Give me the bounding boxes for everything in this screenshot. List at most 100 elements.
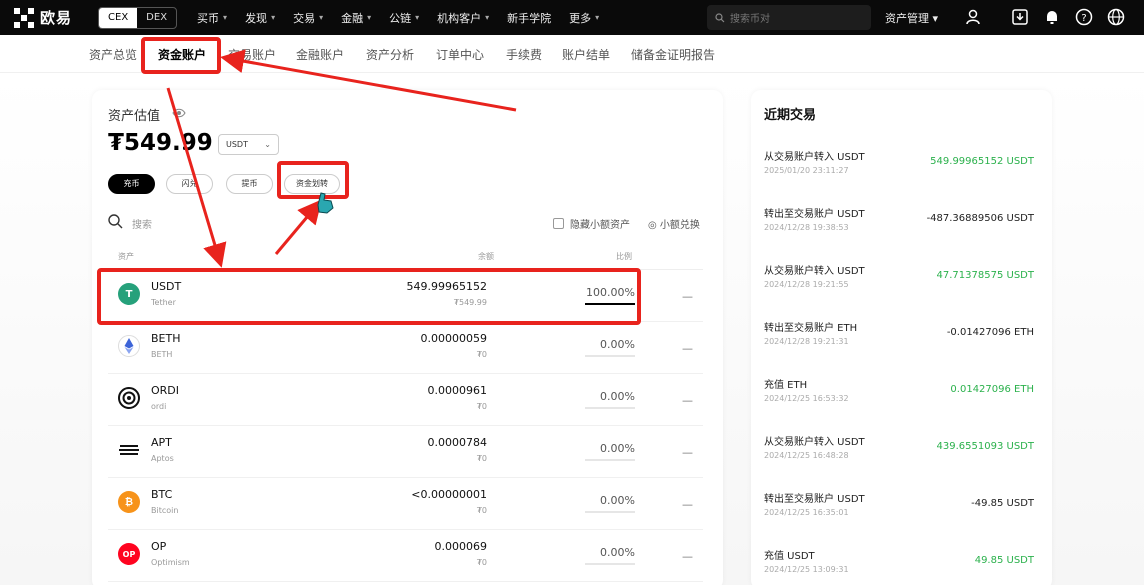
globe-icon[interactable] bbox=[1107, 8, 1125, 26]
coin-value: ₮549.99 bbox=[453, 298, 487, 307]
convert-button[interactable]: 闪兑 bbox=[166, 174, 213, 194]
asset-row[interactable]: ₿ BTC Bitcoin <0.00000001 ₮0 0.00% — bbox=[108, 478, 703, 530]
transaction-item[interactable]: 充值 ETH 2024/12/25 16:53:32 0.01427096 ETH bbox=[764, 376, 1039, 433]
asset-row[interactable]: APT Aptos 0.0000784 ₮0 0.00% — bbox=[108, 426, 703, 478]
asset-valuation-label: 资产估值 bbox=[108, 109, 161, 124]
row-action-menu[interactable]: — bbox=[682, 290, 693, 303]
small-exchange-link[interactable]: ◎ 小额兑换 bbox=[648, 216, 700, 231]
transaction-title: 从交易账户转入 USDT bbox=[764, 152, 865, 163]
ratio-bar-fill bbox=[585, 303, 635, 305]
hide-small-assets-toggle[interactable]: 隐藏小额资产 bbox=[553, 216, 630, 231]
user-icon[interactable] bbox=[964, 8, 982, 26]
transaction-time: 2024/12/25 16:35:01 bbox=[764, 508, 849, 517]
coin-symbol: BETH bbox=[151, 332, 181, 345]
nav-item[interactable]: 新手学院 bbox=[507, 10, 551, 26]
transaction-item[interactable]: 从交易账户转入 USDT 2025/01/20 23:11:27 549.99965… bbox=[764, 148, 1039, 205]
bell-icon[interactable] bbox=[1043, 8, 1061, 26]
pair-search-input[interactable]: 搜索币对 bbox=[707, 5, 871, 30]
nav-item[interactable]: 更多 ▾ bbox=[569, 10, 599, 26]
coin-amount: <0.00000001 bbox=[411, 488, 487, 501]
small-exchange-label: 小额兑换 bbox=[659, 220, 700, 231]
chevron-down-icon: ▾ bbox=[595, 13, 600, 22]
main-nav: 买币 ▾ 发现 ▾ 交易 ▾ 金融 ▾ 公链 ▾ 机构客户 ▾ 新手学院 更多 ▾ bbox=[197, 10, 617, 26]
eye-icon[interactable] bbox=[172, 107, 186, 119]
subnav-tab[interactable]: 资产分析 bbox=[366, 46, 414, 63]
coin-symbol: BTC bbox=[151, 488, 173, 501]
nav-item[interactable]: 交易 ▾ bbox=[293, 10, 323, 26]
subnav-tab[interactable]: 手续费 bbox=[506, 46, 542, 63]
help-icon[interactable]: ? bbox=[1075, 8, 1093, 26]
checkbox[interactable] bbox=[553, 218, 564, 229]
asset-table-header: 资产 余额 比例 bbox=[108, 242, 703, 270]
transaction-item[interactable]: 转出至交易账户 USDT 2024/12/25 16:35:01 -49.85 US… bbox=[764, 490, 1039, 547]
cex-tab[interactable]: CEX bbox=[99, 7, 138, 28]
transfer-button[interactable]: 资金划转 bbox=[284, 174, 340, 194]
asset-row[interactable]: T USDT Tether 549.99965152 ₮549.99 100.00% — bbox=[108, 270, 703, 322]
download-icon[interactable] bbox=[1011, 8, 1029, 26]
subnav-tab[interactable]: 储备金证明报告 bbox=[631, 46, 715, 63]
transaction-item[interactable]: 从交易账户转入 USDT 2024/12/28 19:21:55 47.713785… bbox=[764, 262, 1039, 319]
okx-logo[interactable]: 欧易 bbox=[14, 7, 72, 28]
btc-coin-icon: ₿ bbox=[118, 491, 140, 513]
row-action-menu[interactable]: — bbox=[682, 394, 693, 407]
asset-search-input[interactable]: 搜索 bbox=[132, 216, 152, 231]
coin-ratio: 0.00% bbox=[600, 390, 635, 403]
dex-tab[interactable]: DEX bbox=[137, 8, 176, 28]
withdraw-button[interactable]: 提币 bbox=[226, 174, 273, 194]
transaction-time: 2024/12/28 19:38:53 bbox=[764, 223, 849, 232]
subnav-tab[interactable]: 账户结单 bbox=[562, 46, 610, 63]
chevron-down-icon: ▾ bbox=[485, 13, 490, 22]
ordi-coin-icon bbox=[118, 387, 140, 409]
nav-item[interactable]: 买币 ▾ bbox=[197, 10, 227, 26]
transaction-title: 转出至交易账户 USDT bbox=[764, 209, 865, 220]
coin-name: Optimism bbox=[151, 558, 190, 567]
transaction-item[interactable]: 转出至交易账户 USDT 2024/12/28 19:38:53 -487.3688… bbox=[764, 205, 1039, 262]
subnav-tab[interactable]: 资产总览 bbox=[89, 46, 137, 63]
unit-select[interactable]: USDT ⌄ bbox=[218, 134, 279, 155]
subnav-tab[interactable]: 交易账户 bbox=[228, 46, 276, 63]
row-action-menu[interactable]: — bbox=[682, 498, 693, 511]
coin-ratio: 0.00% bbox=[600, 338, 635, 351]
ratio-bar bbox=[585, 355, 635, 357]
nav-item[interactable]: 发现 ▾ bbox=[245, 10, 275, 26]
coin-amount: 549.99965152 bbox=[406, 280, 487, 293]
transaction-amount: -49.85 USDT bbox=[971, 498, 1034, 509]
cex-dex-switch[interactable]: CEX DEX bbox=[98, 6, 178, 29]
ratio-bar bbox=[585, 459, 635, 461]
row-action-menu[interactable]: — bbox=[682, 550, 693, 563]
deposit-button[interactable]: 充币 bbox=[108, 174, 155, 194]
nav-item[interactable]: 金融 ▾ bbox=[341, 10, 371, 26]
subnav-tab[interactable]: 金融账户 bbox=[296, 46, 344, 63]
coin-symbol: APT bbox=[151, 436, 172, 449]
transaction-title: 从交易账户转入 USDT bbox=[764, 437, 865, 448]
transaction-item[interactable]: 充值 USDT 2024/12/25 13:09:31 49.85 USDT bbox=[764, 547, 1039, 585]
asset-row[interactable]: BETH BETH 0.00000059 ₮0 0.00% — bbox=[108, 322, 703, 374]
nav-item[interactable]: 机构客户 ▾ bbox=[437, 10, 489, 26]
subnav-tab[interactable]: 资金账户 bbox=[158, 46, 206, 63]
coin-amount: 0.0000961 bbox=[427, 384, 488, 397]
coin-ratio: 0.00% bbox=[600, 442, 635, 455]
recent-transactions-title: 近期交易 bbox=[764, 108, 817, 123]
coin-name: Bitcoin bbox=[151, 506, 179, 515]
transaction-title: 转出至交易账户 USDT bbox=[764, 494, 865, 505]
coin-amount: 0.00000059 bbox=[420, 332, 487, 345]
asset-row[interactable]: OP OP Optimism 0.000069 ₮0 0.00% — bbox=[108, 530, 703, 582]
transaction-item[interactable]: 转出至交易账户 ETH 2024/12/28 19:21:31 -0.0142709… bbox=[764, 319, 1039, 376]
coin-value: ₮0 bbox=[476, 506, 487, 515]
transaction-time: 2024/12/28 19:21:55 bbox=[764, 280, 849, 289]
header-balance: 余额 bbox=[478, 252, 494, 261]
nav-item-label: 机构客户 bbox=[437, 11, 482, 25]
nav-item[interactable]: 公链 ▾ bbox=[389, 10, 419, 26]
asset-row[interactable]: ORDI ordi 0.0000961 ₮0 0.00% — bbox=[108, 374, 703, 426]
search-icon bbox=[715, 12, 725, 22]
transaction-item[interactable]: 从交易账户转入 USDT 2024/12/25 16:48:28 439.65510… bbox=[764, 433, 1039, 490]
row-action-menu[interactable]: — bbox=[682, 446, 693, 459]
coin-name: Tether bbox=[151, 298, 176, 307]
row-action-menu[interactable]: — bbox=[682, 342, 693, 355]
transaction-amount: 549.99965152 USDT bbox=[930, 156, 1034, 167]
transaction-time: 2024/12/25 13:09:31 bbox=[764, 565, 849, 574]
asset-management-menu[interactable]: 资产管理 ▾ bbox=[885, 10, 938, 26]
subnav-tab[interactable]: 订单中心 bbox=[436, 46, 484, 63]
funding-account-card: 资产估值 ₮549.99 USDT ⌄ 充币 闪兑 提币 资金划转 搜索 隐藏小… bbox=[92, 90, 723, 585]
coin-value: ₮0 bbox=[476, 402, 487, 411]
